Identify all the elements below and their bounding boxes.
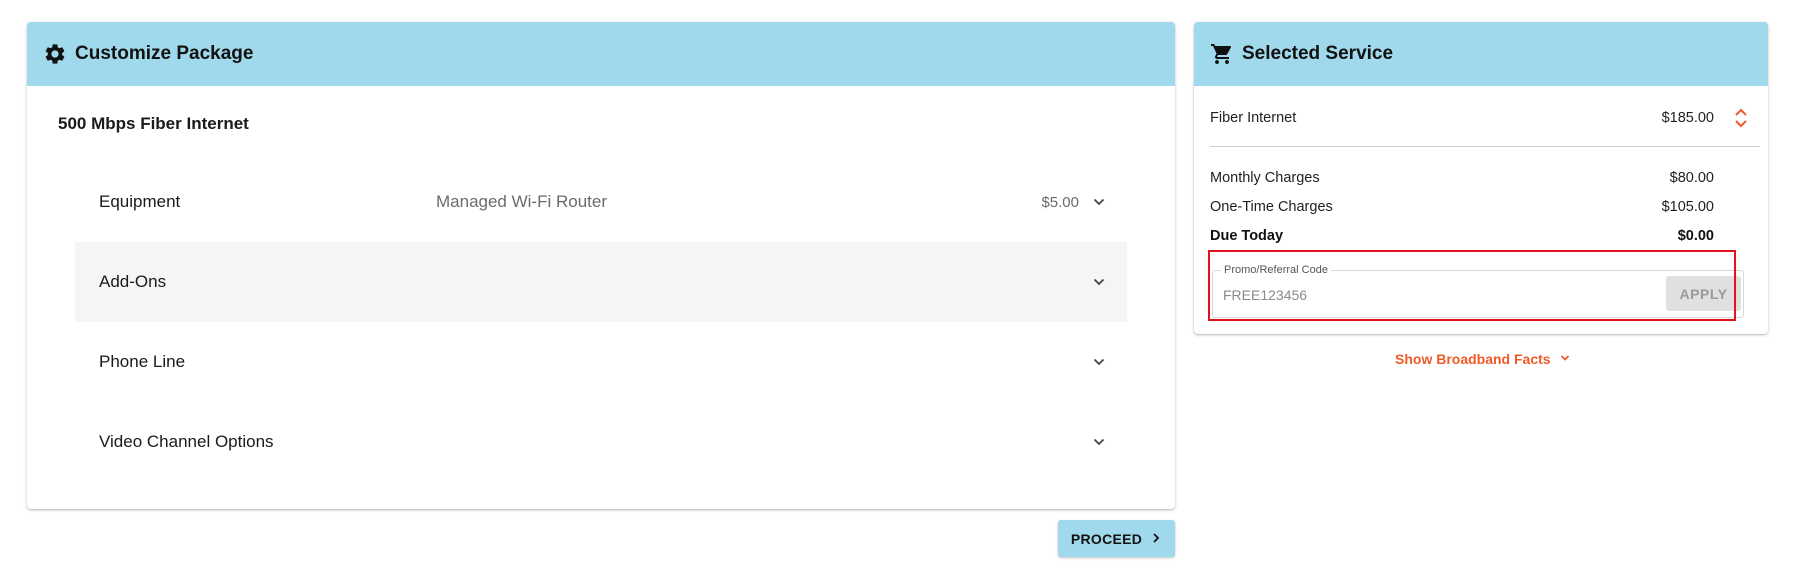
customize-package-header: Customize Package xyxy=(27,22,1175,86)
one-time-charges-value: $105.00 xyxy=(1661,199,1714,215)
divider xyxy=(1210,146,1760,147)
accordion-phone-line[interactable]: Phone Line xyxy=(75,322,1127,402)
chevron-right-icon xyxy=(1150,531,1162,547)
selected-service-title: Selected Service xyxy=(1242,43,1394,64)
accordion-label: Equipment xyxy=(99,192,181,211)
one-time-charges-row: One-Time Charges $105.00 xyxy=(1210,199,1714,215)
accordion-label: Video Channel Options xyxy=(99,432,274,451)
due-today-value: $0.00 xyxy=(1677,228,1714,244)
monthly-charges-row: Monthly Charges $80.00 xyxy=(1210,170,1714,186)
due-today-label: Due Today xyxy=(1210,228,1284,244)
service-item-label: Fiber Internet xyxy=(1210,110,1297,126)
monthly-charges-label: Monthly Charges xyxy=(1210,170,1320,186)
show-broadband-facts-link[interactable]: Show Broadband Facts xyxy=(1395,351,1571,367)
customize-package-title: Customize Package xyxy=(75,43,254,64)
promo-code-legend: Promo/Referral Code xyxy=(1221,264,1331,276)
gear-icon xyxy=(43,42,67,66)
chevron-down-icon[interactable] xyxy=(1091,274,1107,290)
accordion-add-ons[interactable]: Add-Ons xyxy=(75,242,1127,322)
due-today-row: Due Today $0.00 xyxy=(1210,228,1714,244)
service-item-price: $185.00 xyxy=(1661,110,1714,126)
chevron-down-icon[interactable] xyxy=(1091,434,1107,450)
proceed-label: PROCEED xyxy=(1070,530,1143,547)
expand-collapse-icon[interactable] xyxy=(1732,106,1750,130)
accordion-label: Phone Line xyxy=(99,352,186,371)
chevron-down-icon[interactable] xyxy=(1091,354,1107,370)
equipment-selected-value: Managed Wi-Fi Router xyxy=(436,192,608,211)
monthly-charges-value: $80.00 xyxy=(1669,170,1714,186)
accordion-equipment[interactable]: Equipment Managed Wi-Fi Router $5.00 xyxy=(75,162,1127,242)
promo-code-field: Promo/Referral Code APPLY xyxy=(1212,264,1744,318)
cart-icon xyxy=(1210,42,1234,66)
broadband-link-label: Show Broadband Facts xyxy=(1395,351,1551,367)
accordion-video-channel-options[interactable]: Video Channel Options xyxy=(75,402,1127,482)
package-name: 500 Mbps Fiber Internet xyxy=(58,114,249,133)
equipment-price: $5.00 xyxy=(1041,193,1079,211)
customize-package-card: Customize Package 500 Mbps Fiber Interne… xyxy=(27,22,1175,509)
chevron-down-icon xyxy=(1559,351,1571,367)
one-time-charges-label: One-Time Charges xyxy=(1210,199,1333,215)
selected-service-card: Selected Service Fiber Internet $185.00 … xyxy=(1194,22,1768,334)
accordion-label: Add-Ons xyxy=(99,272,167,291)
selected-service-header: Selected Service xyxy=(1194,22,1768,86)
proceed-button[interactable]: PROCEED xyxy=(1058,520,1175,557)
apply-button[interactable]: APPLY xyxy=(1666,276,1741,311)
promo-code-input[interactable] xyxy=(1223,283,1623,307)
chevron-down-icon[interactable] xyxy=(1091,194,1107,210)
service-item-row: Fiber Internet $185.00 xyxy=(1210,110,1714,126)
